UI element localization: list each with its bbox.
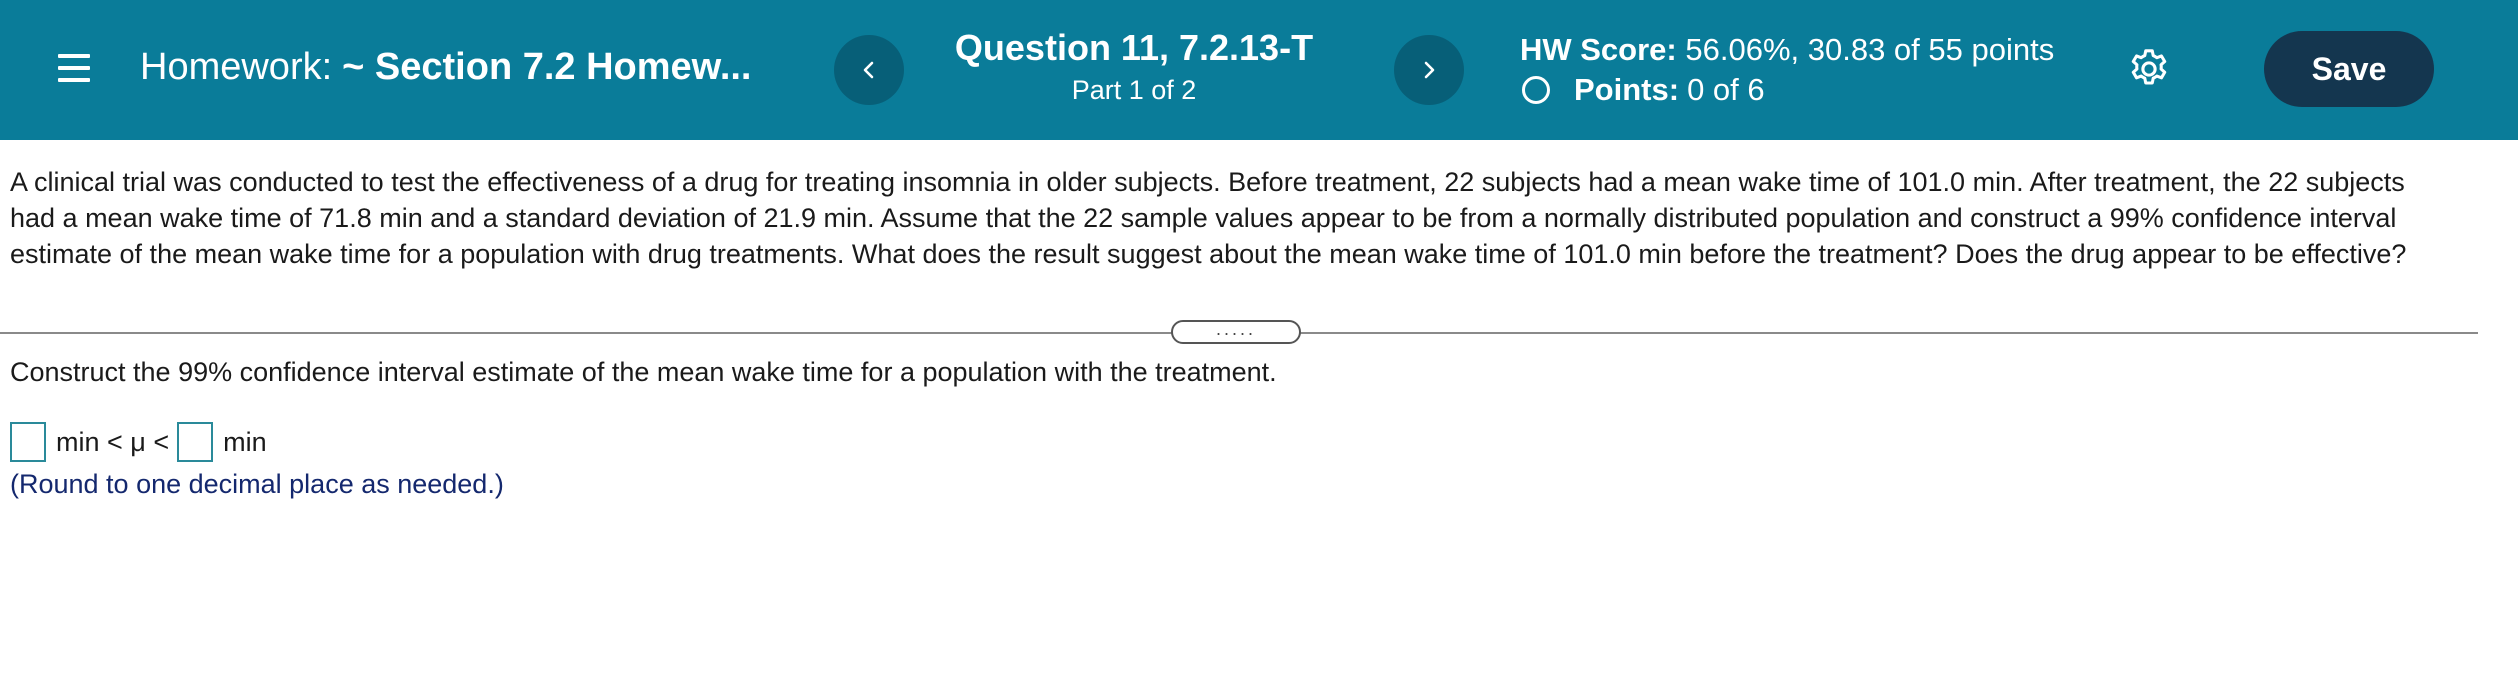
homework-name: ~ Section 7.2 Homew... <box>342 46 752 88</box>
scrollbar[interactable] <box>2478 140 2518 691</box>
drag-handle-dots: ..... <box>1215 319 1256 339</box>
upper-bound-input[interactable] <box>177 422 214 462</box>
points: Points: 0 of 6 <box>1520 70 2054 110</box>
score-panel: HW Score: 56.06%, 30.83 of 55 points Poi… <box>1520 30 2054 110</box>
interval-middle-text: min < μ < <box>56 427 170 457</box>
divider-drag-handle[interactable]: ..... <box>1171 320 1301 344</box>
next-question-button[interactable] <box>1394 35 1464 105</box>
question-indicator: Question 11, 7.2.13-T Part 1 of 2 <box>934 26 1334 108</box>
interval-end-text: min <box>223 427 267 457</box>
hw-score-label: HW Score: <box>1520 32 1677 67</box>
previous-question-button[interactable] <box>834 35 904 105</box>
gear-icon[interactable] <box>2126 46 2172 92</box>
confidence-interval-answer: min < μ < min <box>10 422 267 462</box>
homework-title[interactable]: Homework: ~ Section 7.2 Homew... <box>140 44 752 90</box>
part-instruction: Construct the 99% confidence interval es… <box>10 357 1277 387</box>
chevron-left-icon <box>863 61 874 79</box>
status-circle-icon <box>1522 76 1550 104</box>
homework-prefix: Homework: <box>140 46 333 88</box>
top-bar: Homework: ~ Section 7.2 Homew... Question… <box>0 0 2518 140</box>
save-button[interactable]: Save <box>2264 31 2434 107</box>
hamburger-menu-icon[interactable] <box>56 50 92 86</box>
rounding-hint: (Round to one decimal place as needed.) <box>10 469 504 499</box>
question-text: A clinical trial was conducted to test t… <box>10 167 2407 269</box>
points-value: 0 of 6 <box>1687 72 1765 107</box>
points-label: Points: <box>1574 72 1680 107</box>
lower-bound-input[interactable] <box>10 422 46 462</box>
question-part: Part 1 of 2 <box>1071 75 1197 105</box>
question-title: Question 11, 7.2.13-T <box>954 27 1314 68</box>
hw-score: HW Score: 56.06%, 30.83 of 55 points <box>1520 30 2054 70</box>
hw-score-value: 56.06%, 30.83 of 55 points <box>1685 32 2055 67</box>
chevron-right-icon <box>1424 61 1435 79</box>
